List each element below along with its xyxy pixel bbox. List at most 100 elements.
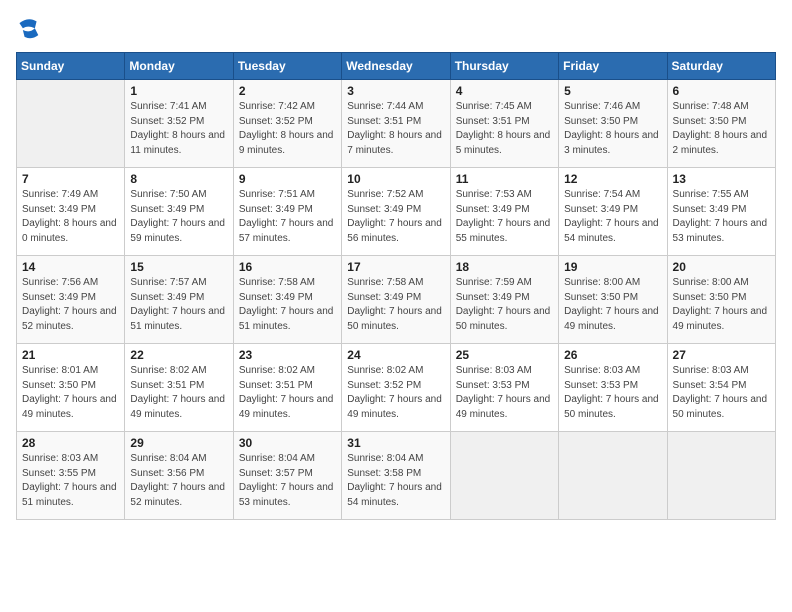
day-cell: 23 Sunrise: 8:02 AMSunset: 3:51 PMDayligh… [233, 344, 341, 432]
day-info: Sunrise: 8:00 AMSunset: 3:50 PMDaylight:… [564, 276, 661, 334]
day-cell: 15Sunrise: 7:57 AMSunset: 3:49 PMDayligh… [125, 256, 233, 344]
day-info: Sunrise: 7:51 AMSunset: 3:49 PMDaylight:… [239, 188, 336, 246]
day-cell: 7Sunrise: 7:49 AMSunset: 3:49 PMDaylight… [17, 168, 125, 256]
day-cell: 25 Sunrise: 8:03 AMSunset: 3:53 PMDayligh… [450, 344, 558, 432]
day-cell: 5 Sunrise: 7:46 AMSunset: 3:50 PMDaylight… [559, 80, 667, 168]
calendar-table: SundayMondayTuesdayWednesdayThursdayFrid… [16, 52, 776, 520]
day-number: 10 [347, 172, 444, 186]
day-number: 12 [564, 172, 661, 186]
day-cell: 10 Sunrise: 7:52 AMSunset: 3:49 PMDayligh… [342, 168, 450, 256]
day-cell: 16 Sunrise: 7:58 AMSunset: 3:49 PMDayligh… [233, 256, 341, 344]
day-info: Sunrise: 7:58 AMSunset: 3:49 PMDaylight:… [239, 276, 336, 334]
header-wednesday: Wednesday [342, 53, 450, 80]
day-cell: 8 Sunrise: 7:50 AMSunset: 3:49 PMDaylight… [125, 168, 233, 256]
logo-icon [16, 16, 40, 44]
day-cell: 4Sunrise: 7:45 AMSunset: 3:51 PMDaylight… [450, 80, 558, 168]
day-number: 11 [456, 172, 553, 186]
day-number: 26 [564, 348, 661, 362]
day-number: 25 [456, 348, 553, 362]
day-info: Sunrise: 7:45 AMSunset: 3:51 PMDaylight:… [456, 100, 553, 158]
day-cell: 12 Sunrise: 7:54 AMSunset: 3:49 PMDayligh… [559, 168, 667, 256]
day-number: 18 [456, 260, 553, 274]
day-number: 21 [22, 348, 119, 362]
day-cell: 9 Sunrise: 7:51 AMSunset: 3:49 PMDaylight… [233, 168, 341, 256]
day-info: Sunrise: 8:02 AMSunset: 3:51 PMDaylight:… [239, 364, 336, 422]
day-cell: 1 Sunrise: 7:41 AMSunset: 3:52 PMDaylight… [125, 80, 233, 168]
day-number: 13 [673, 172, 770, 186]
day-cell: 11 Sunrise: 7:53 AMSunset: 3:49 PMDayligh… [450, 168, 558, 256]
day-number: 23 [239, 348, 336, 362]
day-info: Sunrise: 8:03 AMSunset: 3:53 PMDaylight:… [456, 364, 553, 422]
day-cell: 14 Sunrise: 7:56 AMSunset: 3:49 PMDayligh… [17, 256, 125, 344]
day-cell: 2 Sunrise: 7:42 AMSunset: 3:52 PMDaylight… [233, 80, 341, 168]
header-thursday: Thursday [450, 53, 558, 80]
header-friday: Friday [559, 53, 667, 80]
day-number: 1 [130, 84, 227, 98]
day-number: 6 [673, 84, 770, 98]
day-cell: 17 Sunrise: 7:58 AMSunset: 3:49 PMDayligh… [342, 256, 450, 344]
day-info: Sunrise: 7:54 AMSunset: 3:49 PMDaylight:… [564, 188, 661, 246]
day-info: Sunrise: 8:03 AMSunset: 3:53 PMDaylight:… [564, 364, 661, 422]
day-number: 27 [673, 348, 770, 362]
day-number: 28 [22, 436, 119, 450]
day-cell [17, 80, 125, 168]
day-number: 5 [564, 84, 661, 98]
day-number: 2 [239, 84, 336, 98]
day-info: Sunrise: 7:41 AMSunset: 3:52 PMDaylight:… [130, 100, 227, 158]
header-saturday: Saturday [667, 53, 775, 80]
day-info: Sunrise: 8:04 AMSunset: 3:57 PMDaylight:… [239, 452, 336, 510]
day-info: Sunrise: 7:49 AMSunset: 3:49 PMDaylight:… [22, 188, 119, 246]
day-info: Sunrise: 8:03 AMSunset: 3:55 PMDaylight:… [22, 452, 119, 510]
day-cell: 26 Sunrise: 8:03 AMSunset: 3:53 PMDayligh… [559, 344, 667, 432]
day-cell [559, 432, 667, 520]
header-tuesday: Tuesday [233, 53, 341, 80]
day-info: Sunrise: 8:04 AMSunset: 3:56 PMDaylight:… [130, 452, 227, 510]
day-number: 16 [239, 260, 336, 274]
day-info: Sunrise: 7:58 AMSunset: 3:49 PMDaylight:… [347, 276, 444, 334]
header [16, 16, 776, 44]
day-cell: 6 Sunrise: 7:48 AMSunset: 3:50 PMDaylight… [667, 80, 775, 168]
weekday-header-row: SundayMondayTuesdayWednesdayThursdayFrid… [17, 53, 776, 80]
day-cell [450, 432, 558, 520]
day-cell [667, 432, 775, 520]
week-row-5: 28 Sunrise: 8:03 AMSunset: 3:55 PMDayligh… [17, 432, 776, 520]
day-info: Sunrise: 7:52 AMSunset: 3:49 PMDaylight:… [347, 188, 444, 246]
day-info: Sunrise: 8:03 AMSunset: 3:54 PMDaylight:… [673, 364, 770, 422]
day-number: 22 [130, 348, 227, 362]
day-cell: 18 Sunrise: 7:59 AMSunset: 3:49 PMDayligh… [450, 256, 558, 344]
logo [16, 16, 44, 44]
day-cell: 3 Sunrise: 7:44 AMSunset: 3:51 PMDaylight… [342, 80, 450, 168]
day-info: Sunrise: 8:02 AMSunset: 3:51 PMDaylight:… [130, 364, 227, 422]
day-number: 15 [130, 260, 227, 274]
day-info: Sunrise: 7:46 AMSunset: 3:50 PMDaylight:… [564, 100, 661, 158]
day-cell: 29Sunrise: 8:04 AMSunset: 3:56 PMDayligh… [125, 432, 233, 520]
day-number: 3 [347, 84, 444, 98]
week-row-4: 21Sunrise: 8:01 AMSunset: 3:50 PMDayligh… [17, 344, 776, 432]
day-info: Sunrise: 7:48 AMSunset: 3:50 PMDaylight:… [673, 100, 770, 158]
day-info: Sunrise: 7:56 AMSunset: 3:49 PMDaylight:… [22, 276, 119, 334]
header-sunday: Sunday [17, 53, 125, 80]
day-cell: 30 Sunrise: 8:04 AMSunset: 3:57 PMDayligh… [233, 432, 341, 520]
day-info: Sunrise: 7:44 AMSunset: 3:51 PMDaylight:… [347, 100, 444, 158]
day-number: 24 [347, 348, 444, 362]
day-info: Sunrise: 7:53 AMSunset: 3:49 PMDaylight:… [456, 188, 553, 246]
header-monday: Monday [125, 53, 233, 80]
day-number: 31 [347, 436, 444, 450]
day-info: Sunrise: 7:50 AMSunset: 3:49 PMDaylight:… [130, 188, 227, 246]
day-number: 14 [22, 260, 119, 274]
day-info: Sunrise: 8:00 AMSunset: 3:50 PMDaylight:… [673, 276, 770, 334]
day-info: Sunrise: 7:42 AMSunset: 3:52 PMDaylight:… [239, 100, 336, 158]
week-row-1: 1 Sunrise: 7:41 AMSunset: 3:52 PMDaylight… [17, 80, 776, 168]
day-info: Sunrise: 7:55 AMSunset: 3:49 PMDaylight:… [673, 188, 770, 246]
day-cell: 13 Sunrise: 7:55 AMSunset: 3:49 PMDayligh… [667, 168, 775, 256]
day-cell: 19Sunrise: 8:00 AMSunset: 3:50 PMDayligh… [559, 256, 667, 344]
day-cell: 20 Sunrise: 8:00 AMSunset: 3:50 PMDayligh… [667, 256, 775, 344]
day-number: 8 [130, 172, 227, 186]
day-cell: 22 Sunrise: 8:02 AMSunset: 3:51 PMDayligh… [125, 344, 233, 432]
day-number: 20 [673, 260, 770, 274]
day-info: Sunrise: 7:59 AMSunset: 3:49 PMDaylight:… [456, 276, 553, 334]
day-number: 9 [239, 172, 336, 186]
day-info: Sunrise: 8:04 AMSunset: 3:58 PMDaylight:… [347, 452, 444, 510]
day-number: 30 [239, 436, 336, 450]
day-number: 17 [347, 260, 444, 274]
